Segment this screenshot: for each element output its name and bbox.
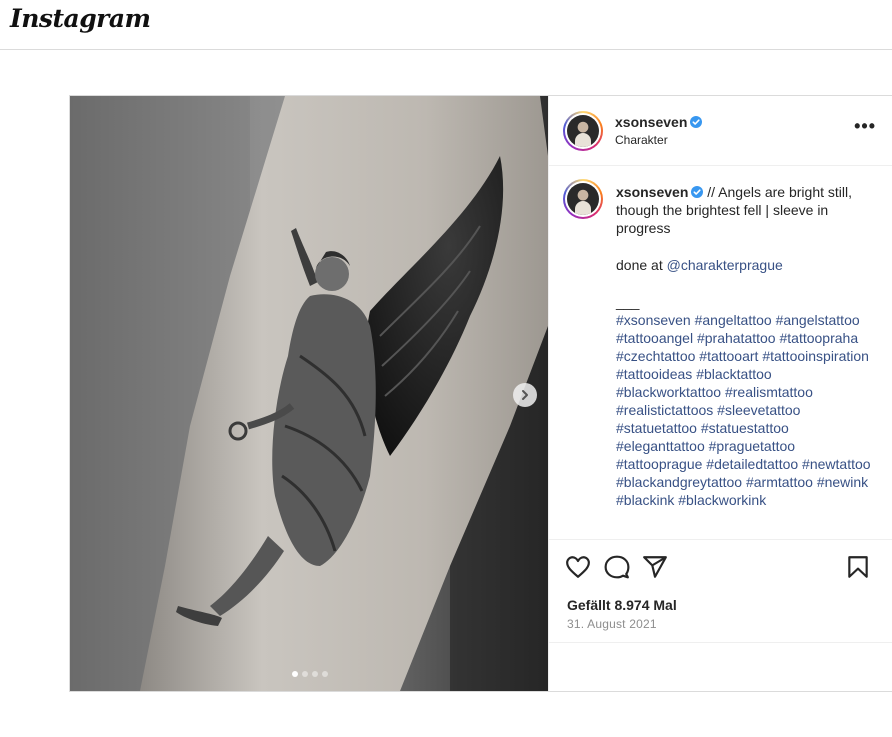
carousel-indicator — [292, 671, 328, 677]
verified-badge-icon — [690, 116, 703, 128]
post-image[interactable] — [70, 96, 548, 691]
hashtag-link[interactable]: #xsonseven — [616, 312, 691, 328]
hashtag-link[interactable]: #realistictattoos — [616, 402, 713, 418]
like-count[interactable]: Gefällt 8.974 Mal — [567, 597, 677, 613]
separator-text: ___ — [616, 294, 640, 310]
hashtag-link[interactable]: #statuestattoo — [701, 420, 789, 436]
caption-author-avatar[interactable] — [563, 179, 603, 219]
caption-username[interactable]: xsonseven — [616, 184, 688, 200]
carousel-dot — [322, 671, 328, 677]
hashtag-link[interactable]: #tattooprague — [616, 456, 702, 472]
author-avatar[interactable] — [563, 111, 603, 151]
hashtag-link[interactable]: #sleevetattoo — [717, 402, 800, 418]
hashtag-link[interactable]: #eleganttattoo — [616, 438, 705, 454]
hashtag-link[interactable]: #newink — [817, 474, 868, 490]
carousel-dot — [302, 671, 308, 677]
hashtag-link[interactable]: #blacktattoo — [696, 366, 772, 382]
hashtag-link[interactable]: #czechtattoo — [616, 348, 695, 364]
hashtag-link[interactable]: #statuetattoo — [616, 420, 697, 436]
post-header: xsonseven Charakter ••• — [549, 96, 892, 166]
next-image-button[interactable] — [513, 383, 537, 407]
hashtag-link[interactable]: #newtattoo — [802, 456, 871, 472]
done-at-text: done at — [616, 257, 663, 273]
hashtag-link[interactable]: #prahatattoo — [697, 330, 776, 346]
hashtag-link[interactable]: #tattoopraha — [779, 330, 858, 346]
chevron-right-icon — [522, 390, 528, 400]
post-date: 31. August 2021 — [567, 617, 657, 631]
caption-area: xsonseven // Angels are bright still, th… — [549, 167, 892, 539]
hashtag-link[interactable]: #angelstattoo — [776, 312, 860, 328]
post-details-panel: xsonseven Charakter ••• xsonseven // Ang… — [548, 96, 892, 691]
send-icon[interactable] — [642, 554, 668, 580]
more-options-button[interactable]: ••• — [854, 116, 876, 137]
bookmark-icon[interactable] — [845, 554, 871, 580]
post-actions: Gefällt 8.974 Mal 31. August 2021 — [549, 539, 892, 643]
caption-text-block: xsonseven // Angels are bright still, th… — [616, 183, 874, 509]
hashtag-link[interactable]: #blackworkink — [678, 492, 766, 508]
carousel-dot — [312, 671, 318, 677]
author-username[interactable]: xsonseven — [615, 114, 687, 130]
tattoo-photo — [70, 96, 548, 691]
verified-badge-icon — [691, 186, 704, 198]
hashtag-link[interactable]: #angeltattoo — [695, 312, 772, 328]
heart-icon[interactable] — [565, 554, 591, 580]
hashtag-link[interactable]: #tattooart — [699, 348, 758, 364]
hashtag-link[interactable]: #armtattoo — [746, 474, 813, 490]
hashtag-link[interactable]: #blackink — [616, 492, 674, 508]
hashtag-link[interactable]: #blackandgreytattoo — [616, 474, 742, 490]
hashtag-link[interactable]: #tattooideas — [616, 366, 692, 382]
hashtag-link[interactable]: #detailedtattoo — [706, 456, 798, 472]
hashtag-link[interactable]: #realismtattoo — [725, 384, 813, 400]
hashtag-list: #xsonseven #angeltattoo #angelstattoo #t… — [616, 311, 874, 509]
post-card: xsonseven Charakter ••• xsonseven // Ang… — [69, 95, 892, 692]
mention-link[interactable]: @charakterprague — [667, 257, 783, 273]
location-label[interactable]: Charakter — [615, 133, 668, 147]
comment-icon[interactable] — [604, 554, 630, 580]
top-navigation-bar: Instagram — [0, 0, 892, 50]
hashtag-link[interactable]: #tattooangel — [616, 330, 693, 346]
carousel-dot-active — [292, 671, 298, 677]
hashtag-link[interactable]: #blackworktattoo — [616, 384, 721, 400]
instagram-logo[interactable]: Instagram — [10, 4, 151, 33]
hashtag-link[interactable]: #praguetattoo — [709, 438, 795, 454]
hashtag-link[interactable]: #tattooinspiration — [762, 348, 869, 364]
